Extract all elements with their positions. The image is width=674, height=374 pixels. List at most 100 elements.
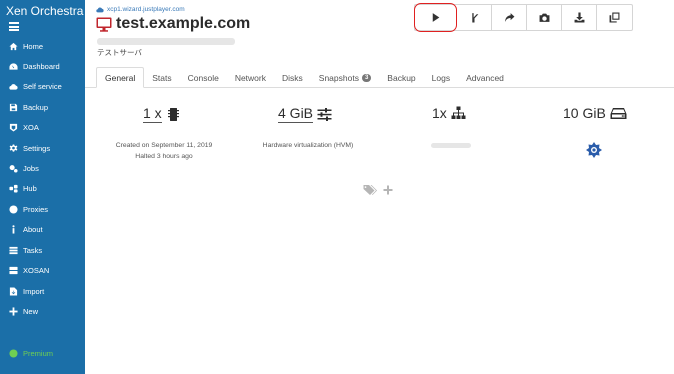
memory-size[interactable]: 4 GiB	[278, 105, 314, 123]
tab-label: Console	[187, 72, 219, 83]
export-button[interactable]	[562, 5, 597, 30]
migrate-button[interactable]	[492, 5, 527, 30]
network-icon	[451, 106, 466, 119]
disk-size: 10 GiB	[563, 105, 606, 121]
gear-icon	[8, 143, 18, 153]
sidebar-item-new[interactable]: New	[0, 301, 85, 321]
sidebar-item-label: XOA	[23, 122, 39, 132]
proxy-icon	[8, 204, 18, 214]
fast-clone-button[interactable]	[457, 5, 492, 30]
premium-link[interactable]: Premium	[0, 343, 85, 363]
sidebar-item-xosan[interactable]: XOSAN	[0, 260, 85, 280]
hdd-icon	[610, 107, 627, 119]
snapshot-count-badge: 3	[361, 73, 372, 82]
os-icon	[586, 142, 602, 158]
dashboard-icon	[8, 61, 18, 71]
tab-backup[interactable]: Backup	[379, 67, 423, 88]
sidebar-item-label: New	[23, 306, 39, 316]
copy-button[interactable]	[597, 5, 632, 30]
tab-advanced[interactable]: Advanced	[458, 67, 512, 88]
tab-bar: General Stats Console Network Disks Snap…	[96, 66, 512, 88]
tags-icon	[363, 185, 377, 195]
jobs-icon	[8, 163, 18, 173]
network-count: 1x	[432, 105, 447, 121]
migrate-icon	[504, 13, 514, 22]
tab-label: General	[105, 72, 136, 83]
tab-general[interactable]: General	[96, 67, 145, 88]
export-icon	[574, 12, 584, 23]
sidebar-item-label: Backup	[23, 102, 49, 112]
desktop-icon	[96, 17, 112, 32]
menu-toggle-icon[interactable]	[9, 22, 19, 31]
sidebar-item-jobs[interactable]: Jobs	[0, 158, 85, 178]
sidebar-item-proxies[interactable]: Proxies	[0, 199, 85, 219]
sidebar-item-hub[interactable]: Hub	[0, 178, 85, 198]
vm-title: test.example.com	[96, 15, 250, 33]
copy-icon	[609, 12, 620, 23]
virtualization-mode: Hardware virtualization (HVM)	[262, 142, 354, 149]
home-icon	[8, 41, 18, 51]
sidebar-item-tasks[interactable]: Tasks	[0, 240, 85, 260]
tab-console[interactable]: Console	[180, 67, 227, 88]
sidebar-item-label: Self service	[23, 81, 62, 91]
tab-disks[interactable]: Disks	[274, 67, 311, 88]
vm-description[interactable]: テストサーバ	[97, 47, 142, 58]
sliders-icon	[317, 107, 332, 121]
xoa-icon	[8, 122, 18, 132]
sidebar-item-backup[interactable]: Backup	[0, 97, 85, 117]
vm-toolbar	[414, 3, 633, 32]
add-tag-icon[interactable]	[383, 185, 393, 195]
tab-label: Stats	[152, 72, 172, 83]
backup-icon	[8, 102, 18, 112]
tab-network[interactable]: Network	[227, 67, 274, 88]
tab-label: Advanced	[466, 72, 504, 83]
tab-label: Logs	[431, 72, 451, 83]
sidebar-item-label: Jobs	[23, 163, 39, 173]
sidebar-item-self-service[interactable]: Self service	[0, 76, 85, 96]
tags-area	[363, 184, 393, 196]
cpu-stat: 1 x	[143, 105, 181, 123]
cpu-icon	[167, 107, 179, 121]
fast-clone-icon	[471, 13, 478, 23]
sidebar-item-home[interactable]: Home	[0, 36, 85, 56]
tab-label: Backup	[387, 72, 416, 83]
host-link[interactable]: xcp1.wizard.justplayer.com	[96, 6, 185, 13]
created-date: Created on September 11, 2019	[115, 142, 213, 149]
sidebar: Xen Orchestra Home Dashboard Self servic…	[0, 0, 85, 374]
cpu-count[interactable]: 1 x	[143, 105, 162, 123]
sidebar-item-about[interactable]: About	[0, 219, 85, 239]
plus-icon	[8, 306, 18, 316]
tab-label: Network	[234, 72, 266, 83]
tab-label: Disks	[282, 72, 303, 83]
start-button[interactable]	[414, 3, 457, 32]
tab-logs[interactable]: Logs	[424, 67, 458, 88]
sidebar-item-label: Import	[23, 286, 45, 296]
snapshot-button[interactable]	[527, 5, 562, 30]
sidebar-item-xoa[interactable]: XOA	[0, 117, 85, 137]
snapshot-icon	[539, 13, 549, 22]
tab-label: Snapshots	[318, 72, 359, 83]
hub-icon	[8, 183, 18, 193]
import-icon	[8, 286, 18, 296]
info-icon	[8, 224, 18, 234]
sidebar-item-label: Tasks	[23, 245, 43, 255]
sidebar-item-label: Settings	[23, 143, 51, 153]
sidebar-item-label: Dashboard	[23, 61, 60, 71]
sidebar-item-dashboard[interactable]: Dashboard	[0, 56, 85, 76]
app-title[interactable]: Xen Orchestra	[6, 4, 83, 18]
sidebar-item-label: Proxies	[23, 204, 49, 214]
play-icon	[432, 13, 440, 22]
cloud-icon	[96, 6, 104, 12]
vm-name[interactable]: test.example.com	[116, 15, 250, 33]
premium-label: Premium	[23, 348, 54, 358]
check-circle-icon	[8, 348, 18, 358]
host-name: xcp1.wizard.justplayer.com	[107, 6, 185, 13]
xosan-icon	[8, 265, 18, 275]
network-stat: 1x	[432, 105, 466, 121]
tab-snapshots[interactable]: Snapshots 3	[311, 67, 380, 88]
sidebar-item-import[interactable]: Import	[0, 281, 85, 301]
cloud-icon	[8, 81, 18, 91]
sidebar-item-settings[interactable]: Settings	[0, 138, 85, 158]
tab-stats[interactable]: Stats	[144, 67, 179, 88]
redacted-ip	[431, 143, 471, 148]
